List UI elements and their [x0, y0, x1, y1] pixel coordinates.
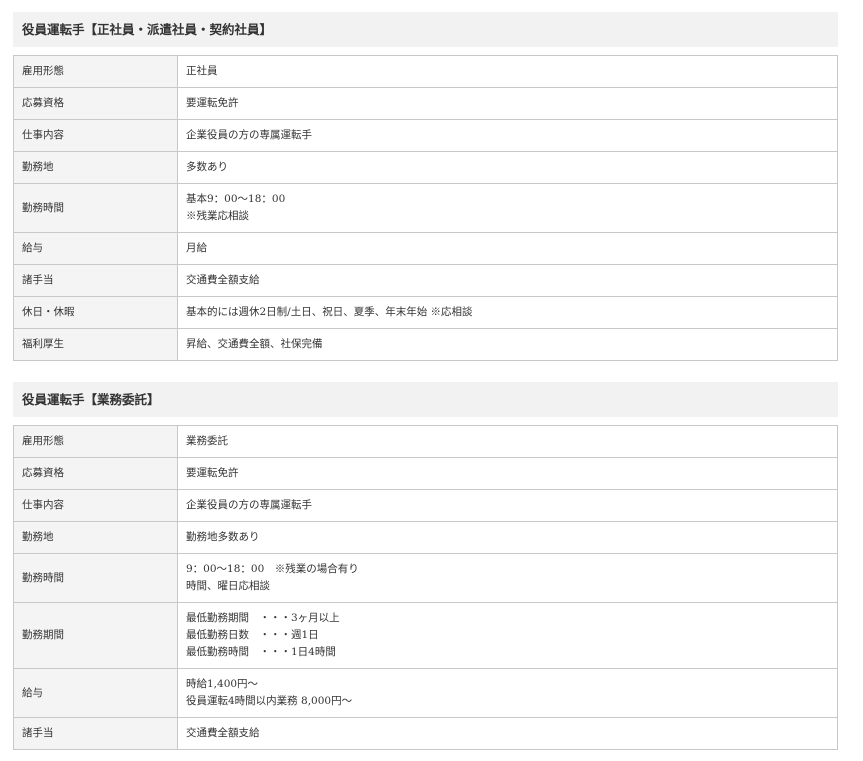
table-row: 勤務地 多数あり — [13, 151, 838, 184]
row-value-salary: 時給1,400円〜 役員運転4時間以内業務 8,000円〜 — [177, 668, 838, 718]
row-value-employment-type: 業務委託 — [177, 425, 838, 458]
row-value-job-description: 企業役員の方の専属運転手 — [177, 119, 838, 152]
table-row: 給与 時給1,400円〜 役員運転4時間以内業務 8,000円〜 — [13, 668, 838, 718]
row-value-qualifications: 要運転免許 — [177, 87, 838, 120]
row-label-work-hours: 勤務時間 — [13, 553, 178, 603]
row-label-employment-type: 雇用形態 — [13, 425, 178, 458]
row-value-benefits: 昇給、交通費全額、社保完備 — [177, 328, 838, 361]
row-label-qualifications: 応募資格 — [13, 457, 178, 490]
row-label-allowances: 諸手当 — [13, 717, 178, 750]
row-label-job-description: 仕事内容 — [13, 489, 178, 522]
job-details-table: 雇用形態 正社員 応募資格 要運転免許 仕事内容 企業役員の方の専属運転手 勤務… — [13, 55, 838, 361]
row-label-holidays: 休日・休暇 — [13, 296, 178, 329]
row-value-work-hours: 9：00〜18：00 ※残業の場合有り 時間、曜日応相談 — [177, 553, 838, 603]
row-label-allowances: 諸手当 — [13, 264, 178, 297]
table-row: 仕事内容 企業役員の方の専属運転手 — [13, 119, 838, 152]
row-label-benefits: 福利厚生 — [13, 328, 178, 361]
row-value-work-hours: 基本9：00〜18：00 ※残業応相談 — [177, 183, 838, 233]
row-value-work-period: 最低勤務期間 ・・・3ヶ月以上 最低勤務日数 ・・・週1日 最低勤務時間 ・・・… — [177, 602, 838, 669]
table-row: 勤務期間 最低勤務期間 ・・・3ヶ月以上 最低勤務日数 ・・・週1日 最低勤務時… — [13, 602, 838, 669]
table-row: 応募資格 要運転免許 — [13, 457, 838, 490]
table-row: 諸手当 交通費全額支給 — [13, 717, 838, 750]
row-value-work-location: 勤務地多数あり — [177, 521, 838, 554]
row-value-allowances: 交通費全額支給 — [177, 264, 838, 297]
row-label-salary: 給与 — [13, 668, 178, 718]
row-value-job-description: 企業役員の方の専属運転手 — [177, 489, 838, 522]
table-row: 勤務時間 9：00〜18：00 ※残業の場合有り 時間、曜日応相談 — [13, 553, 838, 603]
table-row: 雇用形態 業務委託 — [13, 425, 838, 458]
row-label-qualifications: 応募資格 — [13, 87, 178, 120]
job-details-table: 雇用形態 業務委託 応募資格 要運転免許 仕事内容 企業役員の方の専属運転手 勤… — [13, 425, 838, 750]
row-label-employment-type: 雇用形態 — [13, 55, 178, 88]
row-value-employment-type: 正社員 — [177, 55, 838, 88]
row-label-work-location: 勤務地 — [13, 521, 178, 554]
table-row: 雇用形態 正社員 — [13, 55, 838, 88]
table-row: 福利厚生 昇給、交通費全額、社保完備 — [13, 328, 838, 361]
row-label-work-location: 勤務地 — [13, 151, 178, 184]
table-row: 勤務時間 基本9：00〜18：00 ※残業応相談 — [13, 183, 838, 233]
job-section-contract: 役員運転手【業務委託】 雇用形態 業務委託 応募資格 要運転免許 仕事内容 企業… — [13, 382, 838, 750]
section-title: 役員運転手【正社員・派遣社員・契約社員】 — [13, 12, 838, 47]
row-value-salary: 月給 — [177, 232, 838, 265]
section-title: 役員運転手【業務委託】 — [13, 382, 838, 417]
row-value-qualifications: 要運転免許 — [177, 457, 838, 490]
table-row: 給与 月給 — [13, 232, 838, 265]
table-row: 勤務地 勤務地多数あり — [13, 521, 838, 554]
row-label-job-description: 仕事内容 — [13, 119, 178, 152]
table-row: 休日・休暇 基本的には週休2日制/土日、祝日、夏季、年末年始 ※応相談 — [13, 296, 838, 329]
job-section-fulltime: 役員運転手【正社員・派遣社員・契約社員】 雇用形態 正社員 応募資格 要運転免許… — [13, 12, 838, 361]
table-row: 諸手当 交通費全額支給 — [13, 264, 838, 297]
row-label-work-period: 勤務期間 — [13, 602, 178, 669]
row-value-holidays: 基本的には週休2日制/土日、祝日、夏季、年末年始 ※応相談 — [177, 296, 838, 329]
row-label-salary: 給与 — [13, 232, 178, 265]
table-row: 応募資格 要運転免許 — [13, 87, 838, 120]
row-label-work-hours: 勤務時間 — [13, 183, 178, 233]
table-row: 仕事内容 企業役員の方の専属運転手 — [13, 489, 838, 522]
row-value-allowances: 交通費全額支給 — [177, 717, 838, 750]
row-value-work-location: 多数あり — [177, 151, 838, 184]
